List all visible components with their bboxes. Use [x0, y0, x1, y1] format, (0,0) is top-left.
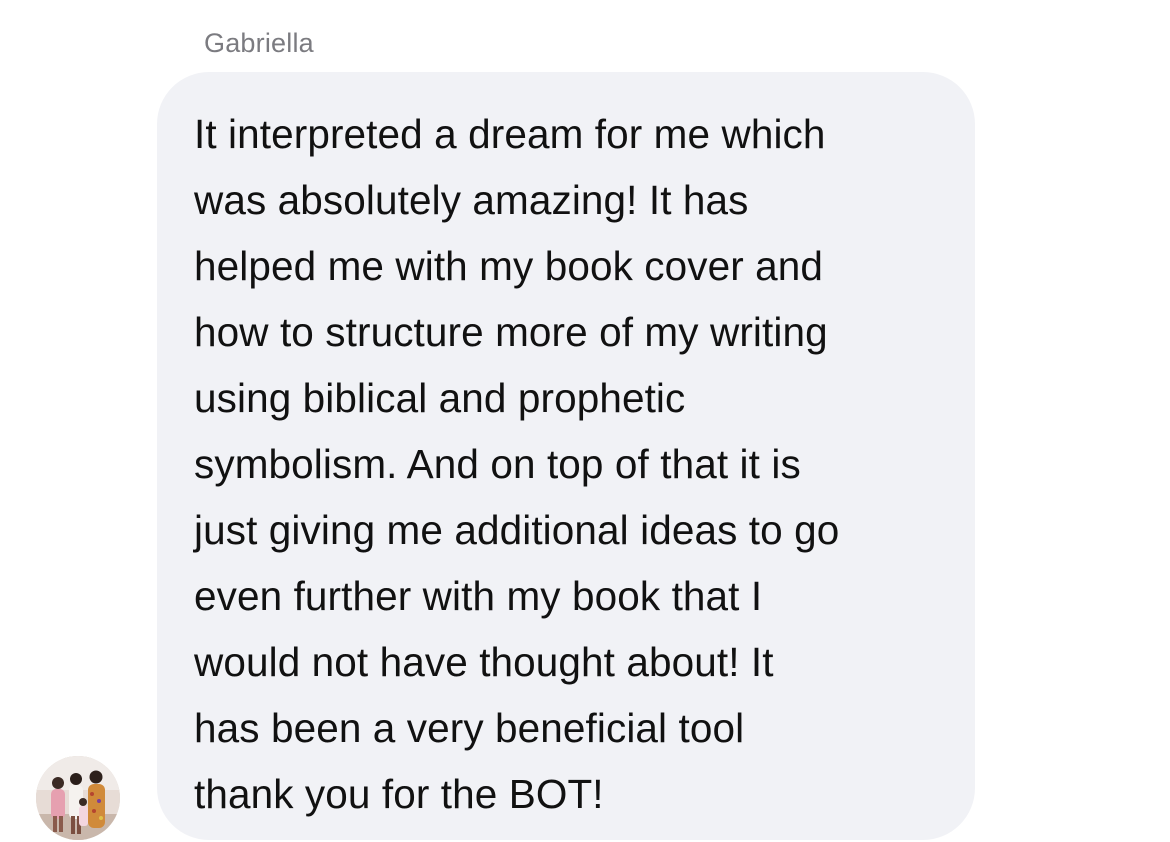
- message-line: helped me with my book cover and: [194, 243, 824, 289]
- message-line: It interpreted a dream for me which: [194, 111, 826, 157]
- sender-name: Gabriella: [204, 28, 314, 58]
- message-line: how to structure more of my writing: [194, 309, 828, 355]
- sender-avatar[interactable]: [36, 756, 120, 840]
- message-line: would not have thought about! It: [194, 639, 774, 685]
- message-line: just giving me additional ideas to go: [194, 507, 840, 553]
- message-line: symbolism. And on top of that it is: [194, 441, 801, 487]
- chat-page: Gabriella It interpreted a dream for me …: [0, 0, 1170, 842]
- message-text: It interpreted a dream for me which was …: [194, 101, 945, 827]
- message-line: even further with my book that I: [194, 573, 763, 619]
- profile-photo-avatar-icon: [36, 756, 120, 840]
- message-line: using biblical and prophetic: [194, 375, 686, 421]
- message-line: has been a very beneficial tool: [194, 705, 745, 751]
- message-line: was absolutely amazing! It has: [194, 177, 749, 223]
- message-bubble[interactable]: It interpreted a dream for me which was …: [157, 72, 975, 840]
- message-line: thank you for the BOT!: [194, 771, 604, 817]
